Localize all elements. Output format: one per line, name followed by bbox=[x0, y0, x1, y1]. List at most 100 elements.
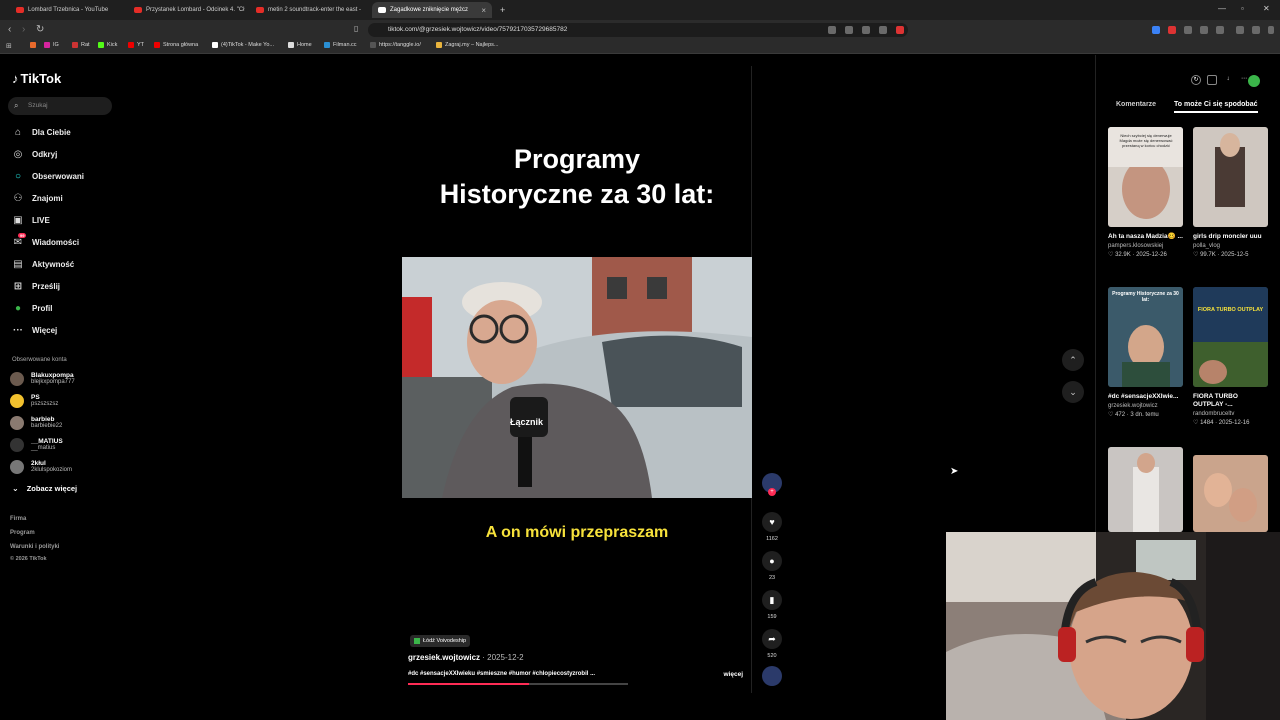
nav-profile[interactable]: ● Profil bbox=[12, 301, 52, 315]
recommended-video-card[interactable] bbox=[1108, 447, 1183, 532]
record-icon[interactable] bbox=[1168, 26, 1176, 34]
close-tab-icon[interactable]: × bbox=[481, 6, 486, 15]
bookmark-item[interactable] bbox=[30, 42, 39, 48]
tiktok-icon bbox=[378, 7, 386, 13]
share-icon: ➦ bbox=[762, 629, 782, 649]
bookmark-item[interactable]: (4)TikTok - Make Yo... bbox=[212, 42, 274, 48]
download-icon[interactable]: ↓ bbox=[1223, 75, 1233, 85]
next-video-button[interactable]: ⌄ bbox=[1062, 381, 1084, 403]
extension-icon[interactable] bbox=[845, 26, 853, 34]
footer-link[interactable]: Program bbox=[10, 530, 35, 536]
bookmark-item[interactable]: Zagraj.my – Najleps... bbox=[436, 42, 499, 48]
browser-tab[interactable]: metin 2 soundtrack-enter the east - bbox=[250, 2, 370, 18]
nav-more[interactable]: ··· Więcej bbox=[12, 323, 57, 337]
nav-explore[interactable]: ◎ Odkryj bbox=[12, 147, 58, 161]
bookmark-icon[interactable]: ▯ bbox=[354, 24, 358, 33]
recommended-video-card[interactable]: Programy Historyczne za 30 lat: #dc #sen… bbox=[1108, 287, 1183, 418]
share-icon[interactable] bbox=[879, 26, 887, 34]
video-author[interactable]: grzesiek.wojtowicz · 2025-12-2 bbox=[408, 653, 524, 662]
video-progress-bar[interactable] bbox=[408, 683, 628, 685]
extension-icon[interactable] bbox=[1184, 26, 1192, 34]
audio-icon[interactable] bbox=[1152, 26, 1160, 34]
browser-tab[interactable]: Lombard Trzebnica - YouTube bbox=[10, 2, 128, 18]
following-icon: ○ bbox=[14, 170, 22, 182]
search-input[interactable]: ⌕ Szukaj bbox=[8, 97, 112, 115]
back-icon[interactable]: ‹ bbox=[8, 24, 11, 35]
extension-icon[interactable] bbox=[1200, 26, 1208, 34]
nav-activity[interactable]: ▤ Aktywność bbox=[12, 257, 74, 271]
recommended-video-card[interactable]: Niech szybciej się denerwuje Magda może … bbox=[1108, 127, 1183, 258]
save-button[interactable]: ▮ 159 bbox=[762, 590, 782, 620]
footer-link[interactable]: Firma bbox=[10, 516, 26, 522]
translate-icon[interactable] bbox=[862, 26, 870, 34]
nav-for-you[interactable]: ⌂ Dla Ciebie bbox=[12, 125, 71, 139]
browser-tab-active[interactable]: Zagadkowe zniknięcie mężcz × bbox=[372, 2, 492, 18]
share-button[interactable]: ➦ 520 bbox=[762, 629, 782, 659]
extension-icon[interactable] bbox=[1216, 26, 1224, 34]
tab-recommendations[interactable]: To może Ci się spodobać bbox=[1174, 101, 1258, 113]
video-player[interactable]: Programy Historyczne za 30 lat: Łącznik … bbox=[402, 66, 752, 693]
more-description-button[interactable]: więcej bbox=[723, 671, 743, 678]
followed-account[interactable]: Blakuxpompa blejkxpompa777 bbox=[10, 372, 75, 386]
previous-video-button[interactable]: ⌃ bbox=[1062, 349, 1084, 371]
minimize-icon[interactable]: — bbox=[1218, 4, 1226, 13]
maximize-icon[interactable]: ▫ bbox=[1241, 4, 1244, 13]
profile-icon[interactable] bbox=[1252, 26, 1260, 34]
tiktok-logo[interactable]: ♪ TikTok bbox=[12, 71, 61, 86]
music-disc-button[interactable] bbox=[762, 666, 782, 686]
see-more-button[interactable]: ⌄ Zobacz więcej bbox=[12, 484, 77, 493]
autoscroll-icon[interactable]: ↻ bbox=[1191, 75, 1201, 85]
follow-plus-icon[interactable]: + bbox=[768, 488, 776, 496]
comment-icon: ● bbox=[762, 551, 782, 571]
menu-icon[interactable] bbox=[1268, 26, 1274, 34]
copyright: © 2026 TikTok bbox=[10, 556, 47, 562]
followed-account[interactable]: PS pszszszsz bbox=[10, 394, 58, 408]
bookmark-item[interactable]: Rat bbox=[72, 42, 90, 48]
extension-icon[interactable] bbox=[828, 26, 836, 34]
bookmark-item[interactable]: Strona główna bbox=[154, 42, 198, 48]
reload-icon[interactable]: ↻ bbox=[36, 24, 44, 35]
nav-following[interactable]: ○ Obserwowani bbox=[12, 169, 84, 183]
nav-messages[interactable]: ✉ 99 Wiadomości bbox=[12, 232, 79, 249]
brave-shield-icon[interactable] bbox=[896, 26, 904, 34]
url-field[interactable]: tiktok.com/@grzesiek.wojtowicz/video/757… bbox=[368, 23, 908, 37]
bookmark-item[interactable]: Kick bbox=[98, 42, 117, 48]
footer-link[interactable]: Warunki i polityki bbox=[10, 544, 59, 550]
followed-account[interactable]: __MATIUS __matius bbox=[10, 438, 63, 452]
apps-icon[interactable]: ⊞ bbox=[6, 42, 12, 50]
video-title-overlay: Programy Historyczne za 30 lat: bbox=[439, 144, 715, 209]
like-button[interactable]: ♥ 1162 bbox=[762, 512, 782, 542]
close-window-icon[interactable]: ✕ bbox=[1263, 4, 1270, 13]
browser-tab[interactable]: Przystanek Lombard - Odcinek 4. "Cł bbox=[128, 2, 250, 18]
browser-tab-bar: Lombard Trzebnica - YouTube Przystanek L… bbox=[0, 0, 1280, 20]
nav-upload[interactable]: ⊞ Prześlij bbox=[12, 279, 60, 293]
video-hashtags[interactable]: #dc #sensacjeXXIwieku #smieszne #humor #… bbox=[408, 671, 595, 677]
profile-avatar-icon[interactable] bbox=[1248, 75, 1260, 87]
nav-friends[interactable]: ⚇ Znajomi bbox=[12, 191, 63, 205]
creator-avatar-button[interactable]: + bbox=[762, 473, 782, 496]
new-tab-button[interactable]: + bbox=[494, 2, 510, 18]
video-date: · 2025-12-2 bbox=[482, 653, 524, 662]
bookmark-item[interactable]: https://tanggle.io/ bbox=[370, 42, 421, 48]
recommended-video-card[interactable]: girls drip moncler uuu polla_vlog ♡ 99.7… bbox=[1193, 127, 1268, 258]
bookmark-item[interactable]: Filman.cc bbox=[324, 42, 357, 48]
bookmark-item[interactable]: IG bbox=[44, 42, 59, 48]
bookmark-icon: ▮ bbox=[762, 590, 782, 610]
forward-icon[interactable]: › bbox=[22, 24, 25, 35]
thumbnail-image bbox=[1193, 127, 1268, 227]
followed-account[interactable]: barbieb barbiebie22 bbox=[10, 416, 62, 430]
bookmark-item[interactable]: Home bbox=[288, 42, 312, 48]
followed-account[interactable]: 2kłul 2klulspokoziom bbox=[10, 460, 72, 474]
location-tag[interactable]: Łódź Voivodeship bbox=[410, 635, 471, 647]
upload-icon: ⊞ bbox=[13, 280, 23, 292]
bookmark-item[interactable]: YT bbox=[128, 42, 144, 48]
device-icon[interactable] bbox=[1207, 75, 1217, 85]
comment-button[interactable]: ● 23 bbox=[762, 551, 782, 581]
avatar bbox=[10, 416, 24, 430]
bookmarks-bar: ⊞ IG Rat Kick YT Strona główna (4)TikTok… bbox=[0, 40, 1280, 54]
music-icon[interactable] bbox=[1236, 26, 1244, 34]
recommended-video-card[interactable]: FIORA TURBO OUTPLAY FIORA TURBO OUTPLAY … bbox=[1193, 287, 1268, 426]
nav-live[interactable]: ▣ LIVE bbox=[12, 213, 50, 227]
recommended-video-card[interactable] bbox=[1193, 455, 1268, 532]
tab-comments[interactable]: Komentarze bbox=[1116, 101, 1156, 108]
